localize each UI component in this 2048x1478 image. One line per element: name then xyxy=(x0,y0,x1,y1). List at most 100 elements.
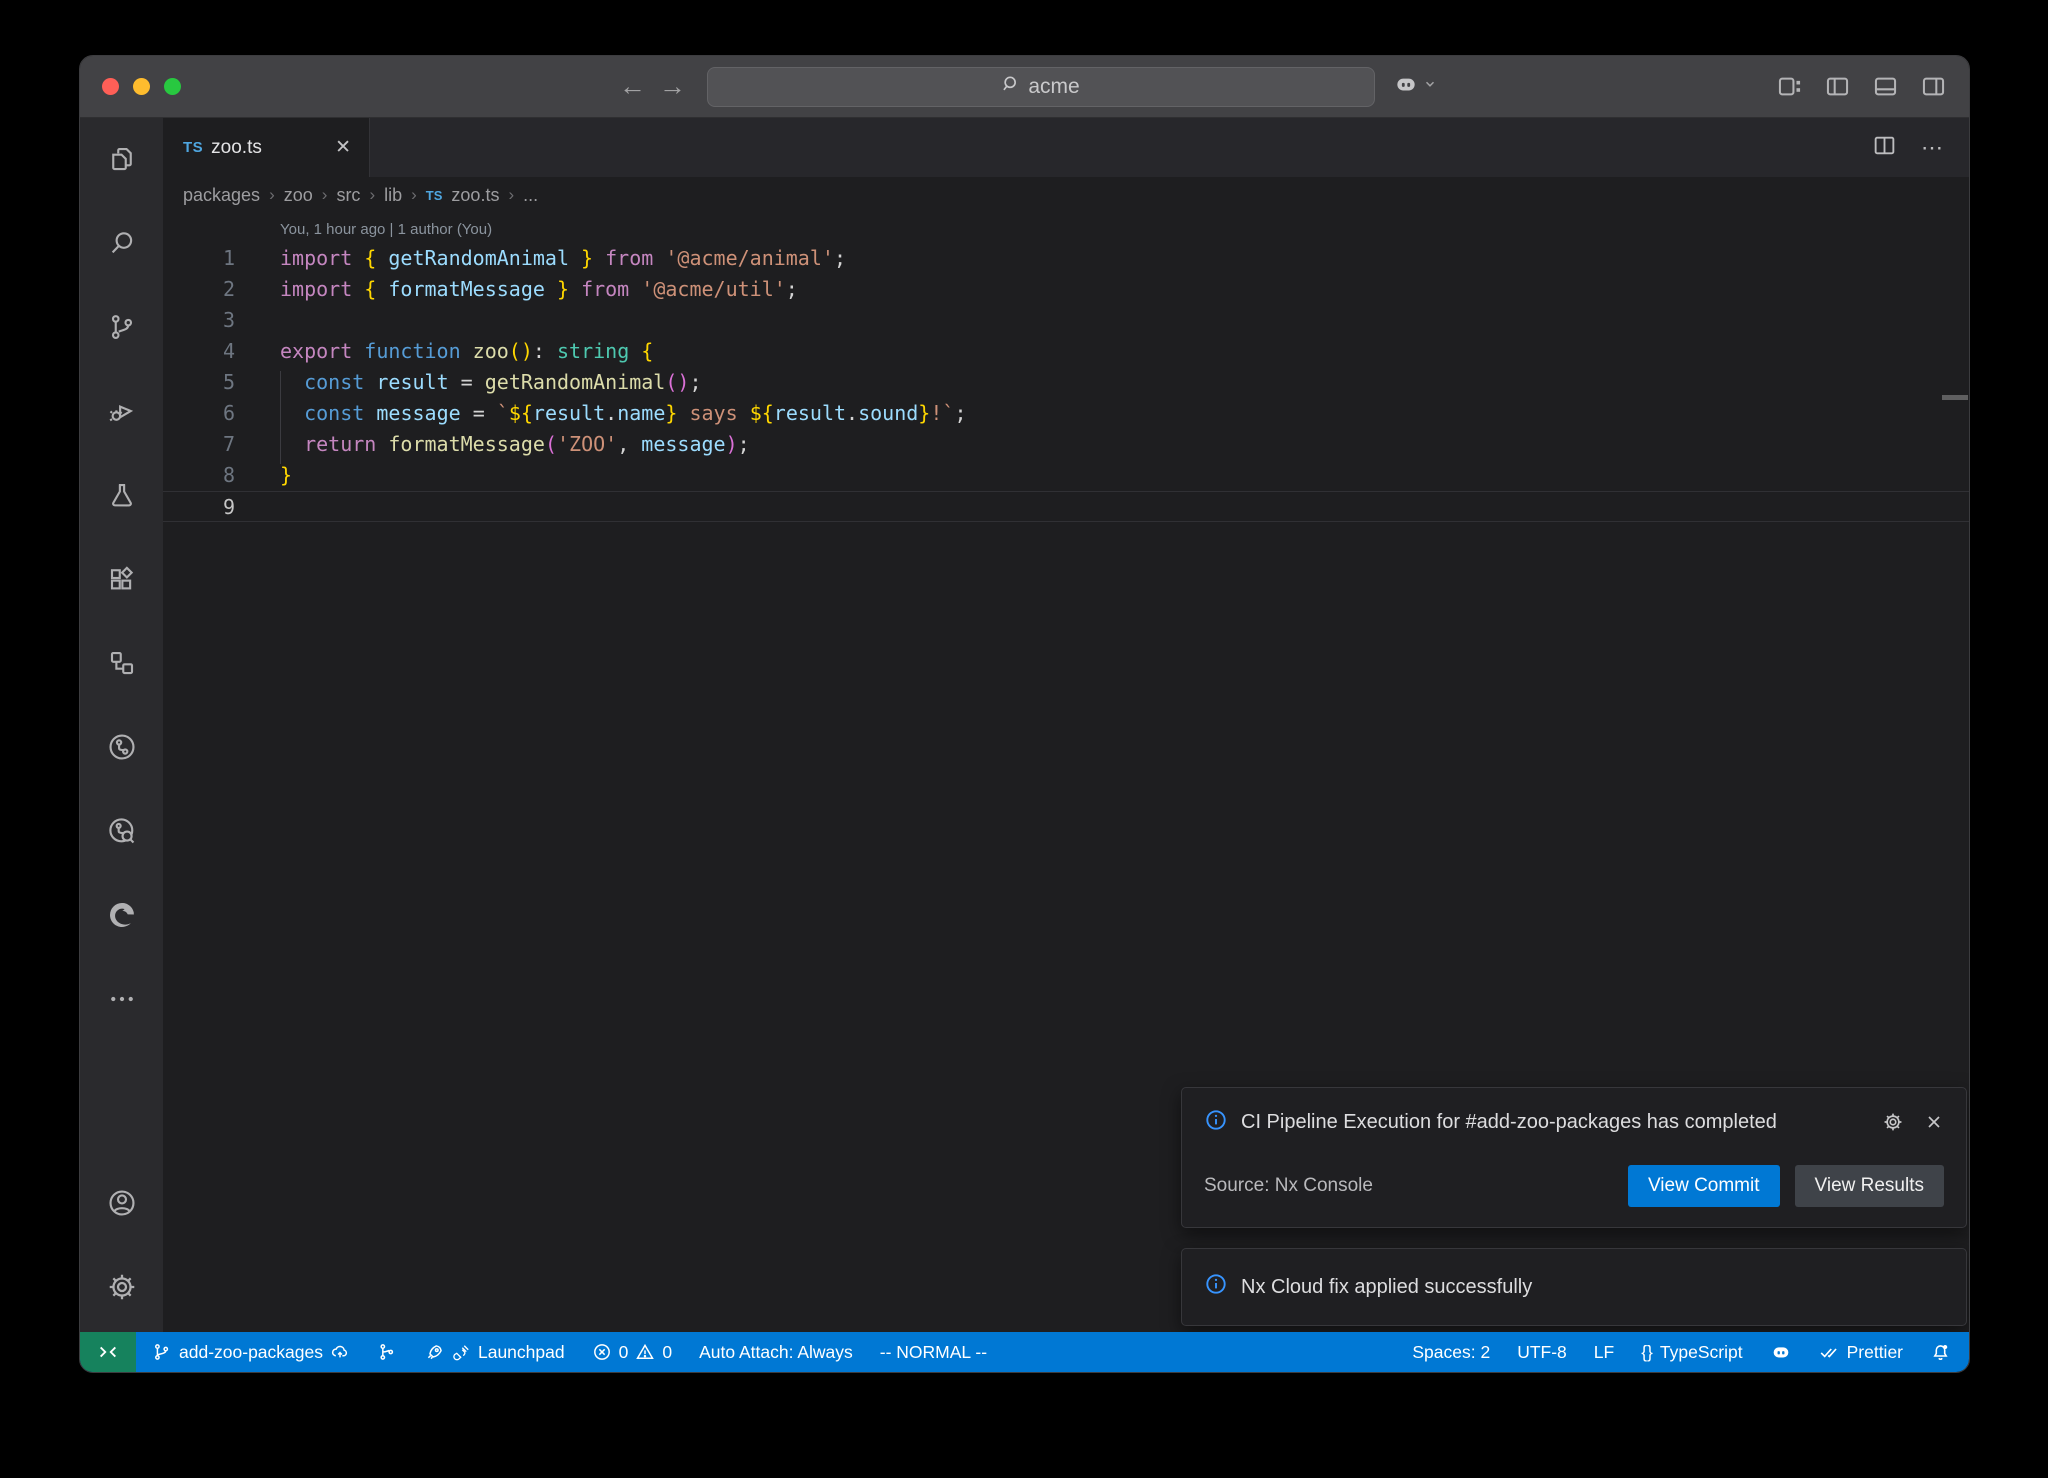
notification-ci-pipeline[interactable]: CI Pipeline Execution for #add-zoo-packa… xyxy=(1181,1087,1967,1228)
code-line-7[interactable]: 7 return formatMessage('ZOO', message); xyxy=(163,429,1969,460)
breadcrumb-zoo[interactable]: zoo xyxy=(284,185,313,206)
search-icon xyxy=(1001,74,1021,100)
extensions-icon[interactable] xyxy=(80,548,163,610)
code-line-5[interactable]: 5 const result = getRandomAnimal(); xyxy=(163,367,1969,398)
code-line-8[interactable]: 8} xyxy=(163,460,1969,491)
breadcrumb-lib[interactable]: lib xyxy=(384,185,402,206)
remote-indicator[interactable] xyxy=(80,1332,136,1372)
breadcrumb-sep-icon: › xyxy=(269,185,275,205)
info-icon xyxy=(1204,1272,1228,1302)
vim-mode-status[interactable]: -- NORMAL -- xyxy=(880,1342,987,1363)
bell-icon xyxy=(1930,1342,1951,1363)
code-lines: 1import { getRandomAnimal } from '@acme/… xyxy=(163,243,1969,522)
nx-console-icon[interactable] xyxy=(80,632,163,694)
line-number: 8 xyxy=(163,460,235,491)
toggle-panel-icon[interactable] xyxy=(1872,73,1899,100)
tab-zoo-ts[interactable]: TS zoo.ts ✕ xyxy=(163,118,370,177)
testing-icon[interactable] xyxy=(80,464,163,526)
notification-nx-cloud[interactable]: Nx Cloud fix applied successfully xyxy=(1181,1248,1967,1326)
copilot-icon xyxy=(1770,1341,1792,1363)
breadcrumb-file[interactable]: zoo.ts xyxy=(451,185,499,206)
back-arrow-icon[interactable]: ← xyxy=(613,71,653,102)
double-check-icon xyxy=(1819,1342,1840,1363)
customize-layout-icon[interactable] xyxy=(1776,73,1803,100)
notifications-bell[interactable] xyxy=(1930,1342,1951,1363)
problems-status[interactable]: 0 0 xyxy=(592,1342,672,1363)
tab-label: zoo.ts xyxy=(211,137,331,159)
code-line-9[interactable]: 9 xyxy=(163,491,1969,522)
code-line-6[interactable]: 6 const message = `${result.name} says $… xyxy=(163,398,1969,429)
code-line-4[interactable]: 4export function zoo(): string { xyxy=(163,336,1969,367)
settings-gear-icon[interactable] xyxy=(80,1256,163,1318)
notification-source: Source: Nx Console xyxy=(1204,1175,1373,1197)
warning-count: 0 xyxy=(662,1342,672,1363)
code-line-2[interactable]: 2import { formatMessage } from '@acme/ut… xyxy=(163,274,1969,305)
additional-views-icon[interactable] xyxy=(80,968,163,1030)
source-control-icon[interactable] xyxy=(80,296,163,358)
branch-name: add-zoo-packages xyxy=(179,1342,323,1363)
git-branch-status[interactable]: add-zoo-packages xyxy=(152,1342,350,1363)
overview-ruler-mark xyxy=(1942,395,1968,400)
code-editor[interactable]: You, 1 hour ago | 1 author (You) 1import… xyxy=(163,213,1969,522)
line-number: 3 xyxy=(163,305,235,336)
breadcrumb-packages[interactable]: packages xyxy=(183,185,260,206)
breadcrumb-more[interactable]: ... xyxy=(523,185,538,206)
line-number: 9 xyxy=(163,492,235,521)
notification-close-icon[interactable] xyxy=(1924,1112,1944,1138)
publish-cloud-icon xyxy=(330,1342,350,1362)
error-icon xyxy=(592,1342,612,1362)
more-actions-icon[interactable]: ⋯ xyxy=(1921,135,1945,161)
forward-arrow-icon[interactable]: → xyxy=(653,71,693,102)
launchpad-status[interactable]: Launchpad xyxy=(424,1342,565,1363)
toggle-primary-sidebar-icon[interactable] xyxy=(1824,73,1851,100)
indentation-status[interactable]: Spaces: 2 xyxy=(1412,1342,1490,1363)
maximize-window-button[interactable] xyxy=(164,78,181,95)
plug-icon xyxy=(452,1343,471,1362)
warning-icon xyxy=(635,1342,655,1362)
status-bar: add-zoo-packages Launchpad xyxy=(80,1332,1969,1372)
tab-close-icon[interactable]: ✕ xyxy=(331,134,355,161)
gitlens-icon[interactable] xyxy=(80,716,163,778)
vscode-window: ← → acme xyxy=(79,55,1970,1373)
info-icon xyxy=(1204,1108,1228,1138)
encoding-status[interactable]: UTF-8 xyxy=(1517,1342,1567,1363)
notification-message: Nx Cloud fix applied successfully xyxy=(1241,1276,1532,1299)
code-line-3[interactable]: 3 xyxy=(163,305,1969,336)
line-number: 7 xyxy=(163,429,235,460)
breadcrumb[interactable]: packages › zoo › src › lib › TS zoo.ts ›… xyxy=(163,177,1969,213)
search-value: acme xyxy=(1028,75,1079,99)
notification-settings-gear-icon[interactable] xyxy=(1882,1111,1904,1139)
auto-attach-status[interactable]: Auto Attach: Always xyxy=(699,1342,853,1363)
search-sidebar-icon[interactable] xyxy=(80,212,163,274)
breadcrumb-src[interactable]: src xyxy=(336,185,360,206)
prettier-status[interactable]: Prettier xyxy=(1819,1342,1903,1363)
copilot-status[interactable] xyxy=(1770,1341,1792,1363)
gitlens-inspect-icon[interactable] xyxy=(80,800,163,862)
explorer-icon[interactable] xyxy=(80,128,163,190)
commit-graph-status[interactable] xyxy=(377,1342,397,1362)
split-editor-icon[interactable] xyxy=(1872,133,1897,163)
line-number: 5 xyxy=(163,367,235,398)
view-results-button[interactable]: View Results xyxy=(1795,1165,1944,1207)
close-window-button[interactable] xyxy=(102,78,119,95)
view-commit-button[interactable]: View Commit xyxy=(1628,1165,1780,1207)
edge-browser-icon[interactable] xyxy=(80,884,163,946)
notification-center: CI Pipeline Execution for #add-zoo-packa… xyxy=(1181,1087,1967,1326)
tab-bar: TS zoo.ts ✕ ⋯ xyxy=(163,118,1969,177)
minimize-window-button[interactable] xyxy=(133,78,150,95)
accounts-icon[interactable] xyxy=(80,1172,163,1234)
line-number: 6 xyxy=(163,398,235,429)
toggle-secondary-sidebar-icon[interactable] xyxy=(1920,73,1947,100)
codelens-blame[interactable]: You, 1 hour ago | 1 author (You) xyxy=(163,217,1969,243)
command-center-search[interactable]: acme xyxy=(707,67,1375,107)
typescript-file-icon: TS xyxy=(426,188,443,203)
traffic-lights xyxy=(102,78,181,95)
copilot-menu[interactable] xyxy=(1393,71,1437,102)
run-debug-icon[interactable] xyxy=(80,380,163,442)
titlebar: ← → acme xyxy=(80,56,1969,118)
eol-status[interactable]: LF xyxy=(1594,1342,1614,1363)
breadcrumb-sep-icon: › xyxy=(411,185,417,205)
line-number: 4 xyxy=(163,336,235,367)
code-line-1[interactable]: 1import { getRandomAnimal } from '@acme/… xyxy=(163,243,1969,274)
language-mode-status[interactable]: {} TypeScript xyxy=(1641,1342,1742,1363)
